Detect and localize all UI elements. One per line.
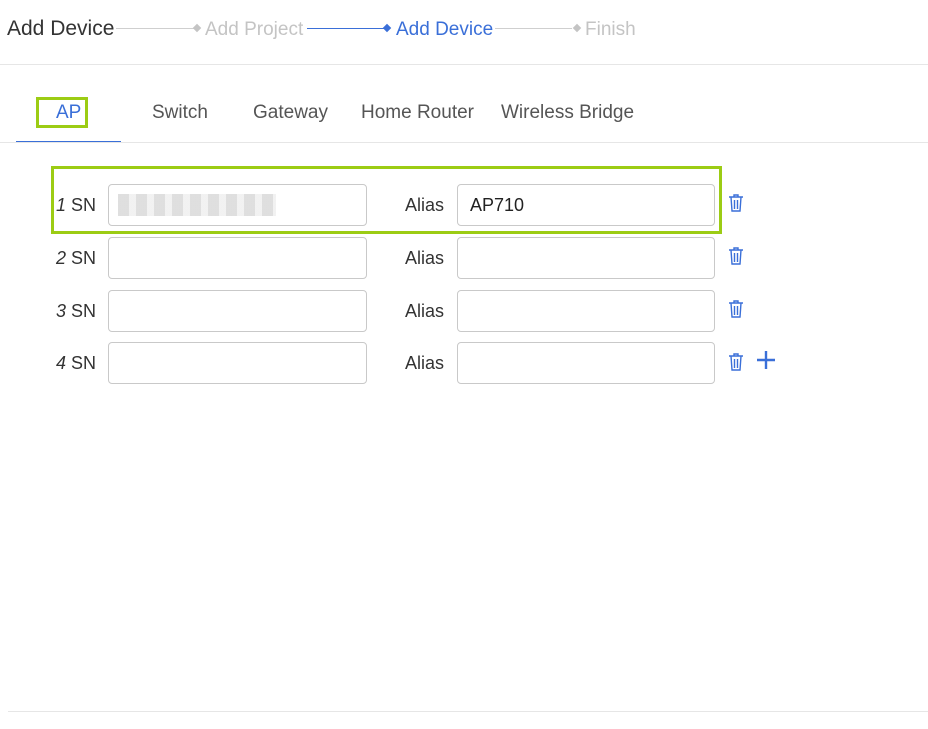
step-dot-finish bbox=[572, 23, 582, 33]
trash-icon[interactable] bbox=[727, 246, 745, 266]
step-dot-add-project bbox=[192, 23, 202, 33]
alias-input[interactable] bbox=[457, 342, 715, 384]
row-label-sn: 3 SN bbox=[56, 301, 97, 321]
tab-wireless-bridge[interactable]: Wireless Bridge bbox=[501, 102, 634, 124]
step-add-device: Add Device bbox=[396, 19, 494, 40]
step-connector bbox=[495, 28, 572, 29]
step-connector bbox=[116, 28, 194, 29]
highlight-box-tab bbox=[36, 97, 88, 128]
sn-input[interactable] bbox=[108, 342, 367, 384]
trash-icon[interactable] bbox=[727, 299, 745, 319]
step-dot-add-device bbox=[382, 23, 392, 33]
row-label-sn: 2 SN bbox=[56, 248, 97, 268]
step-finish: Finish bbox=[585, 19, 636, 40]
sn-input[interactable] bbox=[108, 290, 367, 332]
alias-label: Alias bbox=[405, 248, 445, 268]
tab-home-router[interactable]: Home Router bbox=[361, 102, 474, 124]
alias-input[interactable] bbox=[457, 290, 715, 332]
plus-icon[interactable] bbox=[754, 348, 778, 372]
trash-icon[interactable] bbox=[727, 193, 745, 213]
header-divider bbox=[0, 64, 928, 65]
alias-label: Alias bbox=[405, 301, 445, 321]
sn-input[interactable] bbox=[108, 237, 367, 279]
footer-divider bbox=[8, 711, 928, 712]
tabs-divider bbox=[0, 142, 928, 143]
tab-switch[interactable]: Switch bbox=[152, 102, 208, 124]
page-title: Add Device bbox=[7, 17, 115, 40]
alias-input[interactable] bbox=[457, 237, 715, 279]
step-connector-active bbox=[307, 28, 384, 29]
highlight-box-row bbox=[51, 166, 722, 234]
alias-label: Alias bbox=[405, 353, 445, 373]
step-add-project: Add Project bbox=[205, 19, 304, 40]
row-label-sn: 4 SN bbox=[56, 353, 97, 373]
trash-icon[interactable] bbox=[727, 352, 745, 372]
tab-gateway[interactable]: Gateway bbox=[253, 102, 328, 124]
